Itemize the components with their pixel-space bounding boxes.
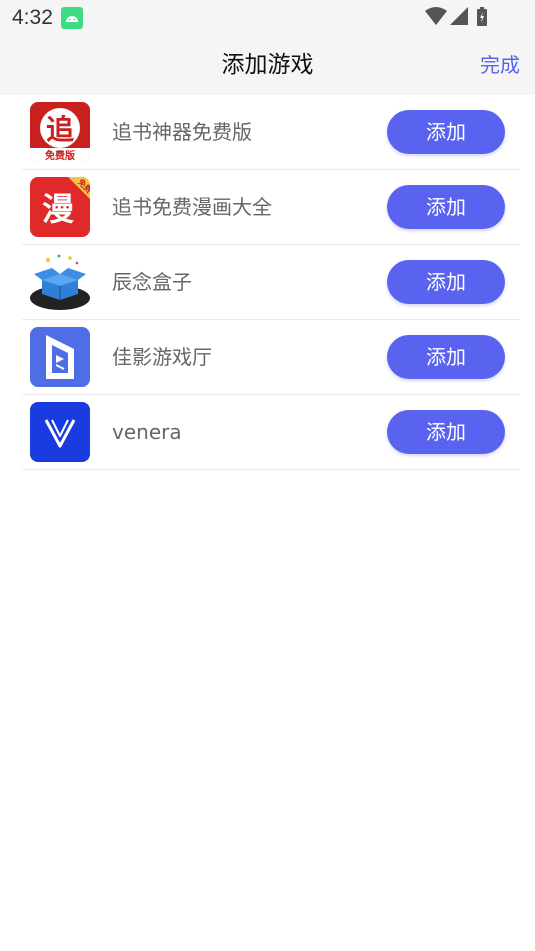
list-item: 免费 漫 追书免费漫画大全 添加	[22, 170, 520, 245]
chennian-box-icon	[30, 252, 90, 312]
list-item: 佳影游戏厅 添加	[22, 320, 520, 395]
page: 4:32 添加游戏 完成 追 免费版 追书神器免费版 添加 免费 漫 追书免费漫…	[0, 0, 535, 951]
app-name: 辰念盒子	[112, 270, 192, 294]
add-button[interactable]: 添加	[387, 335, 505, 379]
zhuishu-manhua-icon: 免费 漫	[30, 177, 90, 237]
app-list: 追 免费版 追书神器免费版 添加 免费 漫 追书免费漫画大全 添加 辰念盒子 添…	[22, 95, 520, 470]
list-item: 追 免费版 追书神器免费版 添加	[22, 95, 520, 170]
list-item: 辰念盒子 添加	[22, 245, 520, 320]
status-bar: 4:32	[0, 0, 535, 36]
svg-text:漫: 漫	[42, 190, 74, 228]
status-icons	[425, 6, 495, 30]
list-item: venera 添加	[22, 395, 520, 470]
app-name: 追书免费漫画大全	[112, 195, 272, 219]
cellular-signal-icon	[450, 7, 468, 25]
app-header: 添加游戏 完成	[0, 36, 535, 95]
jiaying-icon	[30, 327, 90, 387]
wifi-icon	[425, 7, 447, 25]
app-name: 追书神器免费版	[112, 120, 252, 144]
add-button[interactable]: 添加	[387, 410, 505, 454]
page-title: 添加游戏	[221, 52, 314, 78]
app-name: venera	[112, 420, 182, 444]
venera-icon	[30, 402, 90, 462]
app-name: 佳影游戏厅	[112, 345, 212, 369]
battery-icon	[477, 7, 487, 26]
done-button[interactable]: 完成	[480, 36, 520, 95]
android-notification-icon	[61, 7, 83, 29]
zhuishu-shenqi-icon: 追 免费版	[30, 102, 90, 162]
add-button[interactable]: 添加	[387, 185, 505, 229]
status-time: 4:32	[12, 6, 53, 29]
add-button[interactable]: 添加	[387, 260, 505, 304]
svg-text:追: 追	[46, 113, 75, 146]
add-button[interactable]: 添加	[387, 110, 505, 154]
svg-text:免费版: 免费版	[45, 149, 75, 162]
